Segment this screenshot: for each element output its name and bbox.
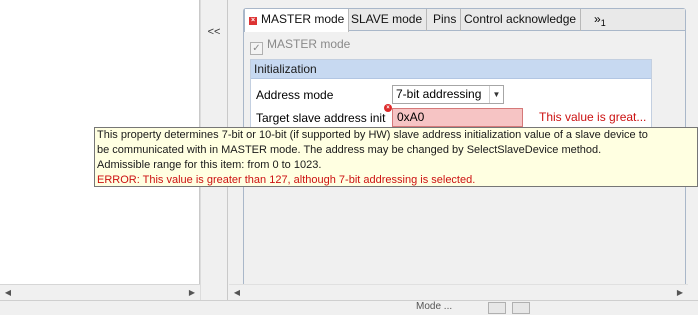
scroll-right-icon[interactable]: ▶ [184,285,200,301]
scroll-right-icon[interactable]: ▶ [672,285,688,301]
master-mode-checkbox-row[interactable]: ✓ MASTER mode [250,37,351,55]
checkbox-checked-icon[interactable]: ✓ [250,42,263,55]
overflow-count: 1 [600,18,606,28]
scroll-left-icon[interactable]: ◀ [229,285,245,301]
tab-pins[interactable]: Pins [429,9,462,31]
editor-horizontal-scrollbar[interactable]: ◀ ▶ [229,284,688,300]
left-horizontal-scrollbar[interactable]: ◀ ▶ [0,284,200,300]
target-slave-address-input[interactable]: 0xA0 [392,108,523,127]
target-slave-value: 0xA0 [397,110,425,124]
tooltip-error: ERROR: This value is greater than 127, a… [97,174,476,186]
target-slave-label: Target slave address init [256,111,386,125]
tooltip-line: Admissible range for this item: from 0 t… [97,159,322,171]
tab-label: Pins [433,12,457,26]
address-mode-value: 7-bit addressing [396,87,482,101]
status-strip: Mode ... [0,300,698,315]
dropdown-arrow-icon[interactable]: ▼ [489,86,503,103]
tab-label: MASTER mode [261,12,345,26]
maximize-button[interactable] [512,302,530,314]
tooltip-line: This property determines 7-bit or 10-bit… [97,129,648,141]
scroll-left-icon[interactable]: ◀ [0,285,16,301]
collapse-pane-button[interactable]: << [201,26,227,42]
tab-label: SLAVE mode [351,12,423,26]
address-mode-label: Address mode [256,88,334,102]
minimize-button[interactable] [488,302,506,314]
address-mode-select[interactable]: 7-bit addressing ▼ [392,85,504,104]
tab-label: Control acknowledge [464,12,577,26]
tab-master-mode[interactable]: × MASTER mode [244,9,350,32]
tab-slave-mode[interactable]: SLAVE mode [347,9,428,31]
tab-bar: × MASTER mode SLAVE mode Pins Control ack… [244,9,685,32]
tab-overflow-button[interactable]: »1 [588,9,612,31]
tab-control-acknowledge[interactable]: Control acknowledge [460,9,582,31]
tooltip-line: be communicated with in MASTER mode. The… [97,144,602,156]
group-header[interactable]: Initialization [251,60,651,79]
status-partial-text: Mode ... [416,301,453,312]
error-icon: × [384,104,392,112]
overflow-icon: » [594,12,601,26]
property-tooltip: This property determines 7-bit or 10-bit… [94,127,698,187]
master-mode-checkbox-label: MASTER mode [267,37,351,51]
error-icon: × [249,17,257,25]
inline-error-message: This value is great... [539,110,647,124]
